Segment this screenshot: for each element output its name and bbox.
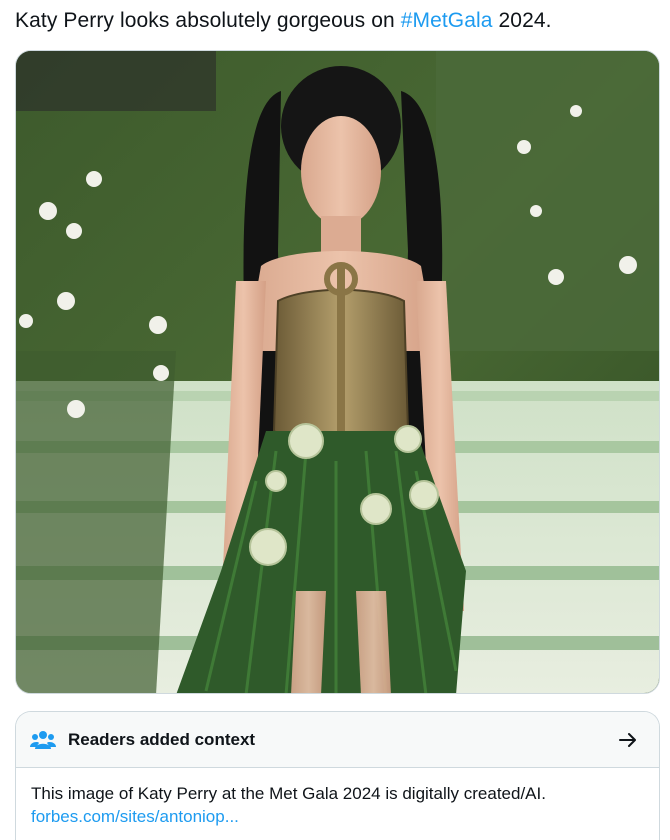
photo-illustration [16, 51, 659, 693]
tweet-text: Katy Perry looks absolutely gorgeous on … [15, 6, 660, 36]
community-note-header[interactable]: Readers added context [16, 712, 659, 768]
community-note-text: This image of Katy Perry at the Met Gala… [31, 784, 546, 803]
community-note: Readers added context This image of Katy… [15, 711, 660, 840]
people-icon [30, 730, 56, 749]
arrow-right-icon[interactable] [617, 729, 639, 751]
tweet-photo[interactable] [15, 50, 660, 694]
community-note-body: This image of Katy Perry at the Met Gala… [16, 768, 659, 828]
tweet-text-after: 2024. [492, 9, 552, 32]
hashtag-link[interactable]: #MetGala [401, 9, 493, 32]
community-note-title: Readers added context [68, 729, 256, 749]
tweet-text-before: Katy Perry looks absolutely gorgeous on [15, 9, 401, 32]
community-note-source-link[interactable]: forbes.com/sites/antoniop... [31, 805, 644, 828]
